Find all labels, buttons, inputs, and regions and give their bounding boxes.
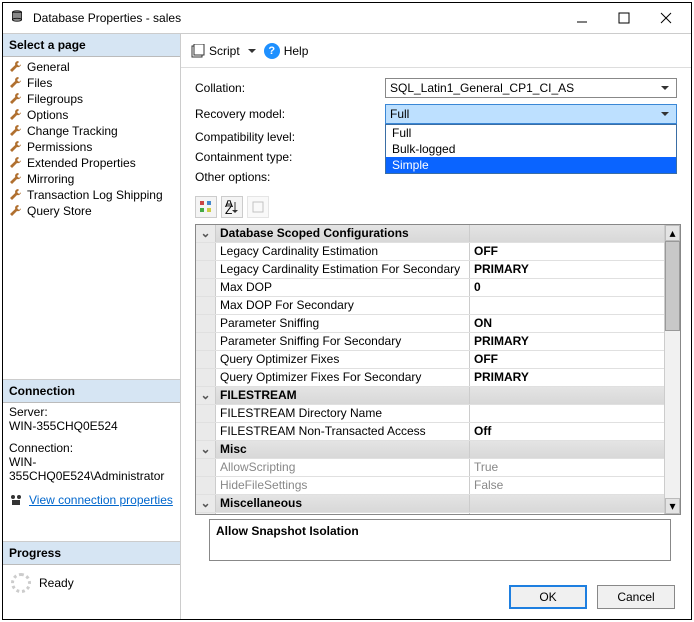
sidebar-item-files[interactable]: Files — [3, 75, 180, 91]
svg-text:Z: Z — [225, 203, 232, 214]
compat-label: Compatibility level: — [195, 130, 385, 144]
property-row[interactable]: FILESTREAM Non-Transacted AccessOff — [196, 423, 680, 441]
sidebar-item-transaction-log-shipping[interactable]: Transaction Log Shipping — [3, 187, 180, 203]
recovery-option-full[interactable]: Full — [386, 125, 676, 141]
grid-scrollbar[interactable]: ▴ ▾ — [664, 225, 680, 514]
connection-label: Connection: — [3, 439, 180, 455]
wrench-icon — [9, 60, 23, 74]
collapse-icon[interactable]: ⌄ — [196, 495, 216, 512]
property-row[interactable]: Query Optimizer FixesOFF — [196, 351, 680, 369]
connection-value: WIN-355CHQ0E524\Administrator — [3, 455, 180, 489]
property-row[interactable]: Allow Snapshot IsolationFalse — [196, 513, 680, 514]
database-icon — [11, 10, 27, 26]
pages-button[interactable] — [247, 196, 269, 218]
sidebar-item-mirroring[interactable]: Mirroring — [3, 171, 180, 187]
help-icon: ? — [264, 43, 280, 59]
server-value: WIN-355CHQ0E524 — [3, 419, 180, 439]
wrench-icon — [9, 124, 23, 138]
property-row[interactable]: Max DOP For Secondary — [196, 297, 680, 315]
sidebar-item-general[interactable]: General — [3, 59, 180, 75]
categorized-button[interactable] — [195, 196, 217, 218]
collapse-icon[interactable]: ⌄ — [196, 387, 216, 404]
cancel-button[interactable]: Cancel — [597, 585, 675, 609]
wrench-icon — [9, 140, 23, 154]
script-dropdown-icon[interactable] — [248, 49, 256, 53]
collation-label: Collation: — [195, 81, 385, 95]
progress-status: Ready — [39, 576, 74, 590]
sidebar-item-change-tracking[interactable]: Change Tracking — [3, 123, 180, 139]
property-row[interactable]: AllowScriptingTrue — [196, 459, 680, 477]
group-miscellaneous[interactable]: ⌄Miscellaneous — [196, 495, 680, 513]
group-misc[interactable]: ⌄Misc — [196, 441, 680, 459]
chevron-down-icon — [658, 112, 672, 116]
connection-header: Connection — [3, 380, 180, 403]
sidebar-item-permissions[interactable]: Permissions — [3, 139, 180, 155]
recovery-combo[interactable]: Full — [385, 104, 677, 124]
collapse-icon[interactable]: ⌄ — [196, 225, 216, 242]
scrollbar-thumb[interactable] — [665, 241, 680, 331]
view-connection-link[interactable]: View connection properties — [29, 493, 173, 507]
collation-combo[interactable]: SQL_Latin1_General_CP1_CI_AS — [385, 78, 677, 98]
left-panel: Select a page GeneralFilesFilegroupsOpti… — [3, 34, 181, 619]
script-button[interactable]: Script — [191, 44, 240, 58]
toolbar: Script ? Help — [181, 34, 691, 68]
containment-label: Containment type: — [195, 150, 385, 164]
property-grid: ⌄Database Scoped ConfigurationsLegacy Ca… — [195, 224, 681, 515]
connection-properties-icon — [9, 493, 23, 507]
maximize-button[interactable] — [603, 4, 645, 32]
window-title: Database Properties - sales — [33, 11, 561, 25]
right-panel: Script ? Help Collation: SQL_Latin1_Gene… — [181, 34, 691, 619]
minimize-button[interactable] — [561, 4, 603, 32]
ok-button[interactable]: OK — [509, 585, 587, 609]
property-row[interactable]: Query Optimizer Fixes For SecondaryPRIMA… — [196, 369, 680, 387]
group-filestream[interactable]: ⌄FILESTREAM — [196, 387, 680, 405]
other-options-label: Other options: — [195, 170, 385, 184]
recovery-dropdown-list: FullBulk-loggedSimple — [385, 124, 677, 174]
window: Database Properties - sales Select a pag… — [2, 2, 692, 620]
wrench-icon — [9, 156, 23, 170]
dialog-footer: OK Cancel — [181, 575, 691, 619]
recovery-label: Recovery model: — [195, 107, 385, 121]
property-row[interactable]: Parameter SniffingON — [196, 315, 680, 333]
sidebar-item-query-store[interactable]: Query Store — [3, 203, 180, 219]
wrench-icon — [9, 92, 23, 106]
titlebar: Database Properties - sales — [3, 3, 691, 33]
recovery-option-simple[interactable]: Simple — [386, 157, 676, 173]
property-row[interactable]: Legacy Cardinality EstimationOFF — [196, 243, 680, 261]
sidebar-item-filegroups[interactable]: Filegroups — [3, 91, 180, 107]
server-label: Server: — [3, 403, 180, 419]
property-row[interactable]: Legacy Cardinality Estimation For Second… — [196, 261, 680, 279]
property-row[interactable]: Parameter Sniffing For SecondaryPRIMARY — [196, 333, 680, 351]
property-row[interactable]: HideFileSettingsFalse — [196, 477, 680, 495]
property-description: Allow Snapshot Isolation — [209, 519, 671, 561]
help-button[interactable]: ? Help — [264, 43, 309, 59]
options-form: Collation: SQL_Latin1_General_CP1_CI_AS … — [181, 68, 691, 196]
chevron-down-icon — [658, 86, 672, 90]
grid-toolbar: AZ — [181, 196, 691, 224]
page-list: GeneralFilesFilegroupsOptionsChange Trac… — [3, 57, 180, 221]
wrench-icon — [9, 108, 23, 122]
sidebar-item-options[interactable]: Options — [3, 107, 180, 123]
property-row[interactable]: Max DOP0 — [196, 279, 680, 297]
scroll-down-icon[interactable]: ▾ — [665, 498, 680, 514]
wrench-icon — [9, 188, 23, 202]
close-button[interactable] — [645, 4, 687, 32]
group-database-scoped-configurations[interactable]: ⌄Database Scoped Configurations — [196, 225, 680, 243]
property-row[interactable]: FILESTREAM Directory Name — [196, 405, 680, 423]
sort-button[interactable]: AZ — [221, 196, 243, 218]
wrench-icon — [9, 76, 23, 90]
wrench-icon — [9, 172, 23, 186]
sidebar-item-extended-properties[interactable]: Extended Properties — [3, 155, 180, 171]
select-page-header: Select a page — [3, 34, 180, 57]
progress-header: Progress — [3, 542, 180, 565]
wrench-icon — [9, 204, 23, 218]
collapse-icon[interactable]: ⌄ — [196, 441, 216, 458]
scroll-up-icon[interactable]: ▴ — [665, 225, 680, 241]
recovery-option-bulk-logged[interactable]: Bulk-logged — [386, 141, 676, 157]
progress-spinner-icon — [11, 573, 31, 593]
